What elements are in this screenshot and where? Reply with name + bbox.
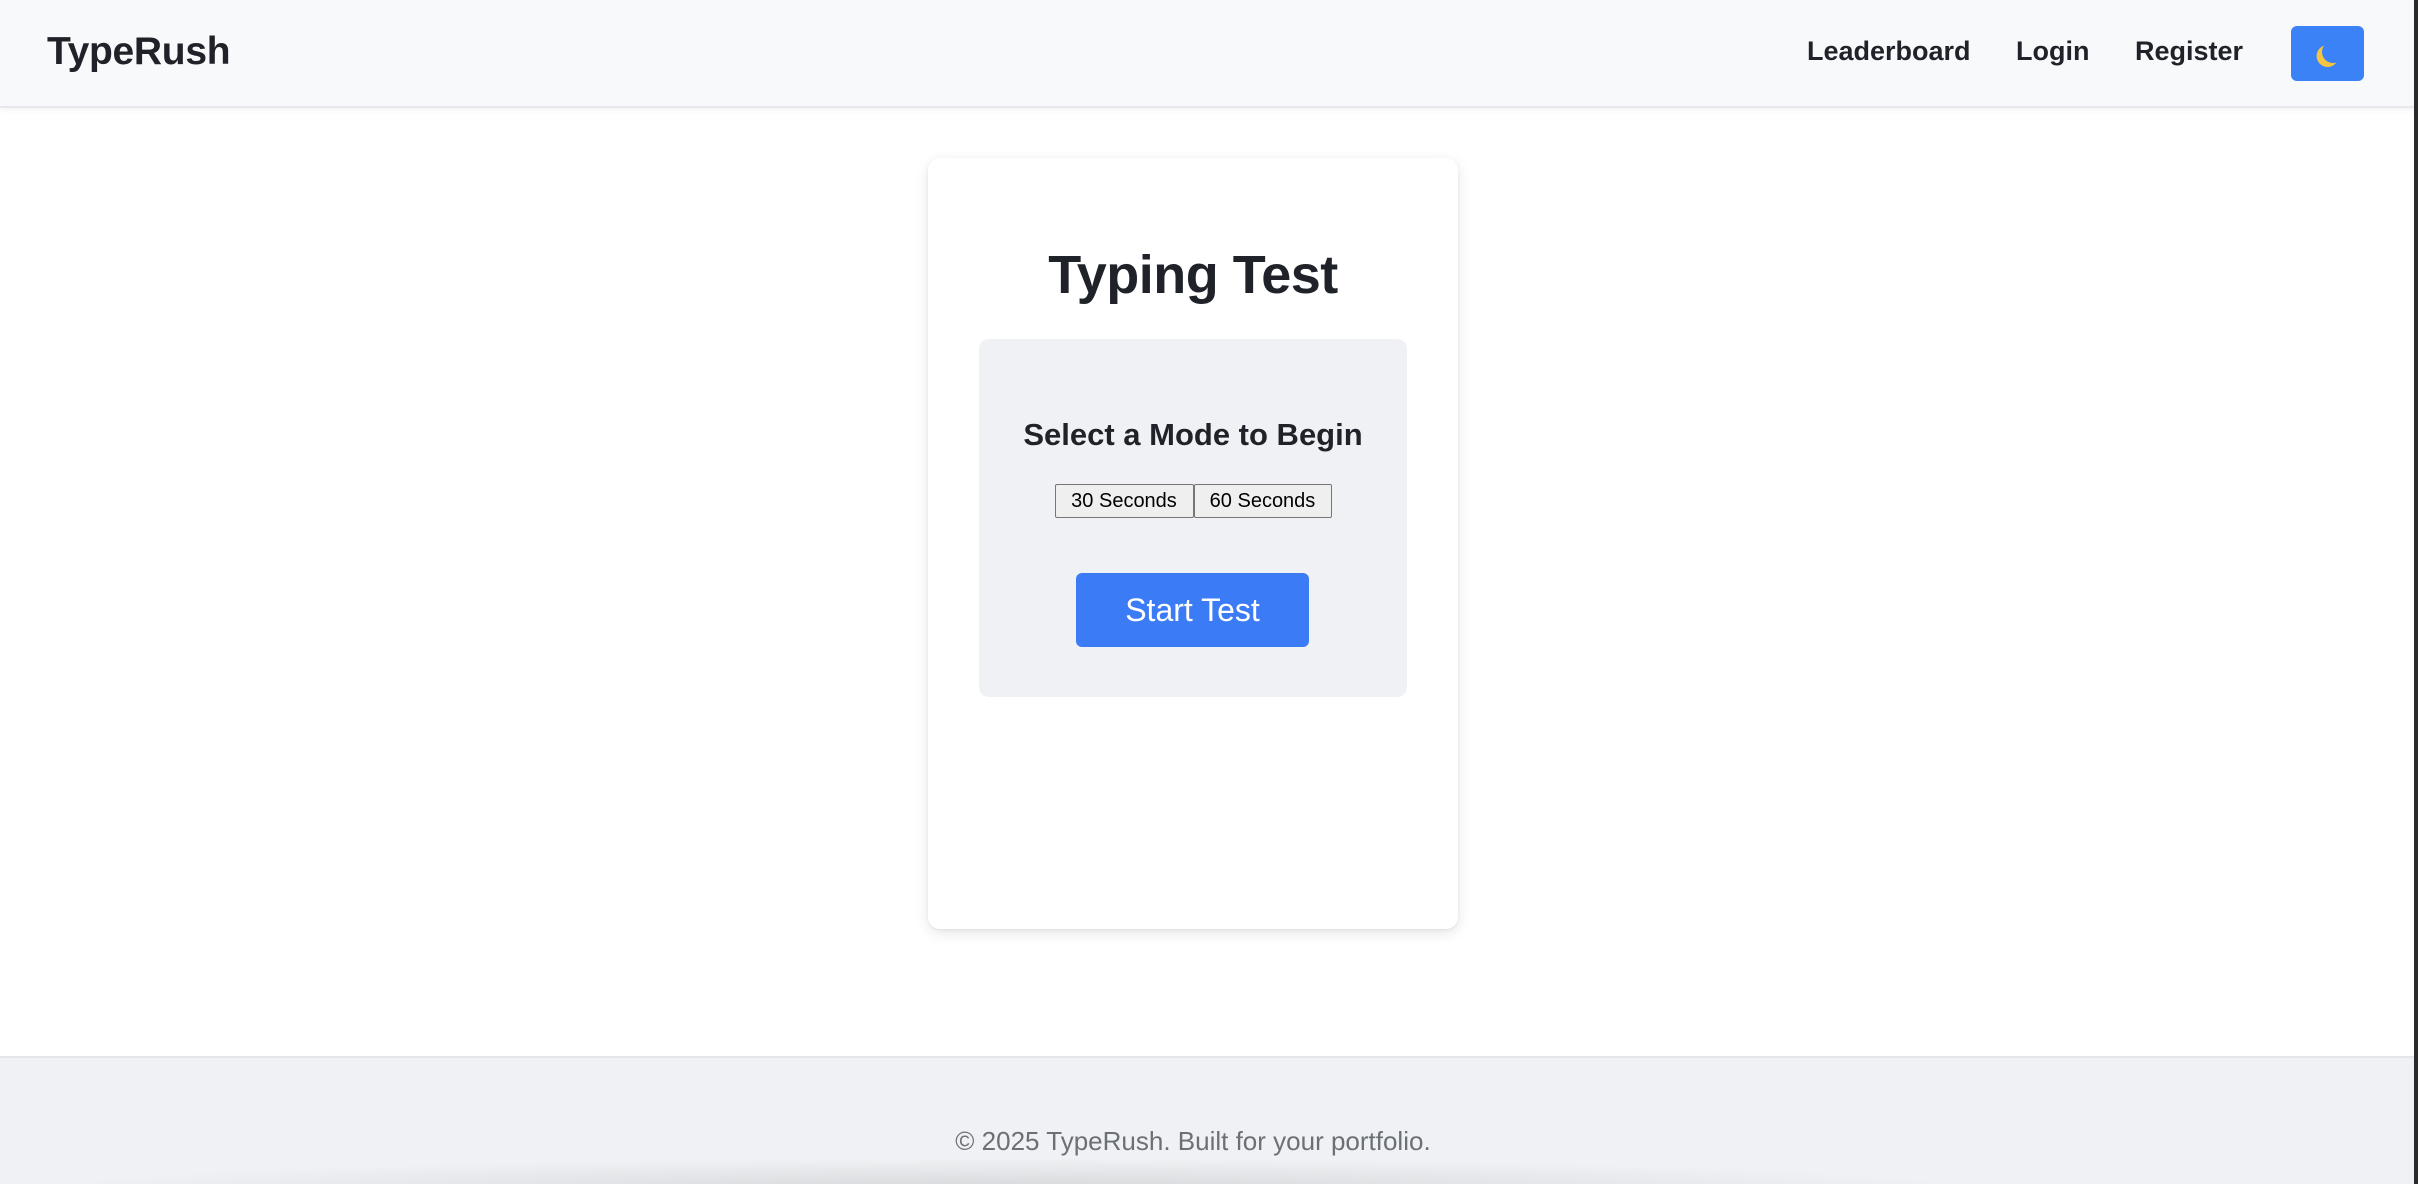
brand-logo[interactable]: TypeRush	[47, 30, 231, 74]
page: TypeRush Leaderboard Login Register Typi…	[0, 0, 2418, 1184]
nav-link-login[interactable]: Login	[2016, 36, 2089, 67]
moon-icon	[2320, 39, 2345, 64]
page-title: Typing Test	[1048, 245, 1338, 305]
mode-30-seconds-button[interactable]: 30 Seconds	[1054, 484, 1194, 518]
mode-button-group: 30 Seconds 60 Seconds	[979, 484, 1407, 518]
theme-toggle-button[interactable]	[2291, 26, 2364, 81]
mode-60-seconds-button[interactable]: 60 Seconds	[1193, 484, 1332, 518]
nav-link-register[interactable]: Register	[2135, 36, 2243, 67]
mode-select-panel: Select a Mode to Begin 30 Seconds 60 Sec…	[979, 339, 1407, 697]
footer: © 2025 TypeRush. Built for your portfoli…	[0, 1056, 2418, 1184]
footer-copyright: © 2025 TypeRush. Built for your portfoli…	[955, 1126, 1431, 1156]
typing-test-card: Typing Test Select a Mode to Begin 30 Se…	[928, 158, 1458, 929]
window-edge	[2414, 0, 2418, 1184]
start-test-button[interactable]: Start Test	[1076, 573, 1309, 647]
nav-link-leaderboard[interactable]: Leaderboard	[1807, 36, 1971, 67]
navbar: TypeRush Leaderboard Login Register	[0, 0, 2418, 108]
mode-heading: Select a Mode to Begin	[1023, 417, 1363, 452]
footer-shadow	[40, 1158, 1980, 1184]
